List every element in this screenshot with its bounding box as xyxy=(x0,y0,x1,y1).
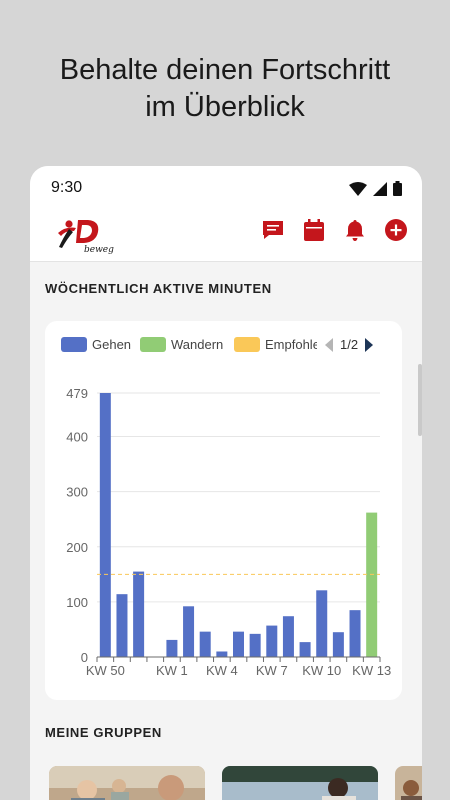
x-tick-label: KW 7 xyxy=(256,663,288,678)
legend-swatch-wandern xyxy=(140,337,166,352)
legend-item-gehen[interactable]: Gehen xyxy=(61,337,131,352)
status-icons xyxy=(349,181,402,196)
legend-pager: 1/2 xyxy=(325,337,374,352)
status-bar: 9:30 xyxy=(30,166,422,210)
legend-swatch-gehen xyxy=(61,337,87,352)
app-actions xyxy=(261,218,408,242)
x-tick-label: KW 10 xyxy=(302,663,341,678)
group-photo xyxy=(222,766,378,800)
status-time: 9:30 xyxy=(51,179,83,196)
phone-screen: 9:30 bewegt xyxy=(30,166,422,800)
bar-gehen xyxy=(249,633,261,657)
legend-item-empfohlen[interactable]: Empfohlen xyxy=(234,337,317,352)
y-tick-label: 479 xyxy=(66,386,88,401)
headline-line-1: Behalte deinen Fortschritt xyxy=(59,54,391,86)
add-circle-icon[interactable] xyxy=(384,218,408,242)
bar-gehen xyxy=(166,639,178,657)
bar-gehen xyxy=(316,590,328,657)
chart-legend: Gehen Wandern Empfohlen 1/2 xyxy=(61,337,391,357)
bell-icon[interactable] xyxy=(343,218,367,242)
bar-gehen xyxy=(233,631,244,657)
bar-gehen xyxy=(299,642,311,657)
weekly-minutes-chart: 0100200300400479KW 50 KW 1 KW 4 KW 7 KW 10 KW… xyxy=(66,386,391,678)
group-photo xyxy=(395,766,422,800)
legend-swatch-empfohlen xyxy=(234,337,260,352)
x-tick-label: KW 4 xyxy=(206,663,238,678)
bar-gehen xyxy=(266,625,278,657)
wifi-icon xyxy=(349,182,367,196)
group-card[interactable] xyxy=(49,766,205,800)
chevron-right-icon[interactable] xyxy=(365,337,374,352)
legend-label-gehen: Gehen xyxy=(92,337,132,352)
x-tick-label: KW 13 xyxy=(352,663,391,678)
legend-page-indicator: 1/2 xyxy=(340,337,359,352)
legend-item-wandern[interactable]: Wandern xyxy=(140,337,223,352)
bar-wandern xyxy=(366,512,378,657)
group-card[interactable] xyxy=(222,766,378,800)
x-tick-label: KW 1 xyxy=(156,663,188,678)
cell-signal-icon xyxy=(373,182,387,196)
bar-gehen xyxy=(183,606,195,657)
bar-gehen xyxy=(216,651,228,657)
bar-gehen xyxy=(133,571,145,657)
y-tick-label: 300 xyxy=(66,485,88,500)
x-tick-label: KW 50 xyxy=(86,663,125,678)
logo-script: bewegt xyxy=(84,245,114,254)
bar-gehen xyxy=(282,616,294,657)
bar-gehen xyxy=(199,631,211,657)
bar-gehen xyxy=(332,632,344,657)
headline-line-2: im Überblick xyxy=(145,91,305,123)
group-photo xyxy=(49,766,205,800)
app-bar: bewegt xyxy=(30,210,422,262)
legend-label-wandern: Wandern xyxy=(171,337,224,352)
app-logo[interactable]: bewegt xyxy=(54,212,118,259)
my-groups-title: MEINE GRUPPEN xyxy=(45,725,162,740)
battery-icon xyxy=(393,181,402,196)
headline: Behalte deinen Fortschritt im Überblick xyxy=(0,52,450,126)
chevron-left-icon[interactable] xyxy=(325,337,333,352)
y-tick-label: 100 xyxy=(66,595,88,610)
weekly-minutes-chart-card: 0 100 200 300 400 479 KW 50 KW 1 KW 4 KW 7 KW 10 KW… xyxy=(45,321,402,700)
calendar-icon[interactable] xyxy=(302,218,326,242)
groups-carousel xyxy=(45,766,422,800)
legend-label-empfohlen: Empfohlen xyxy=(265,337,317,352)
y-tick-label: 200 xyxy=(66,540,88,555)
bar-gehen xyxy=(99,393,111,657)
scrollbar-thumb[interactable] xyxy=(418,364,422,436)
chat-icon[interactable] xyxy=(261,218,285,242)
group-card[interactable] xyxy=(395,766,422,800)
y-tick-label: 400 xyxy=(66,430,88,445)
bar-gehen xyxy=(349,610,361,657)
weekly-minutes-title: WÖCHENTLICH AKTIVE MINUTEN xyxy=(45,281,272,296)
bar-gehen xyxy=(116,594,128,657)
